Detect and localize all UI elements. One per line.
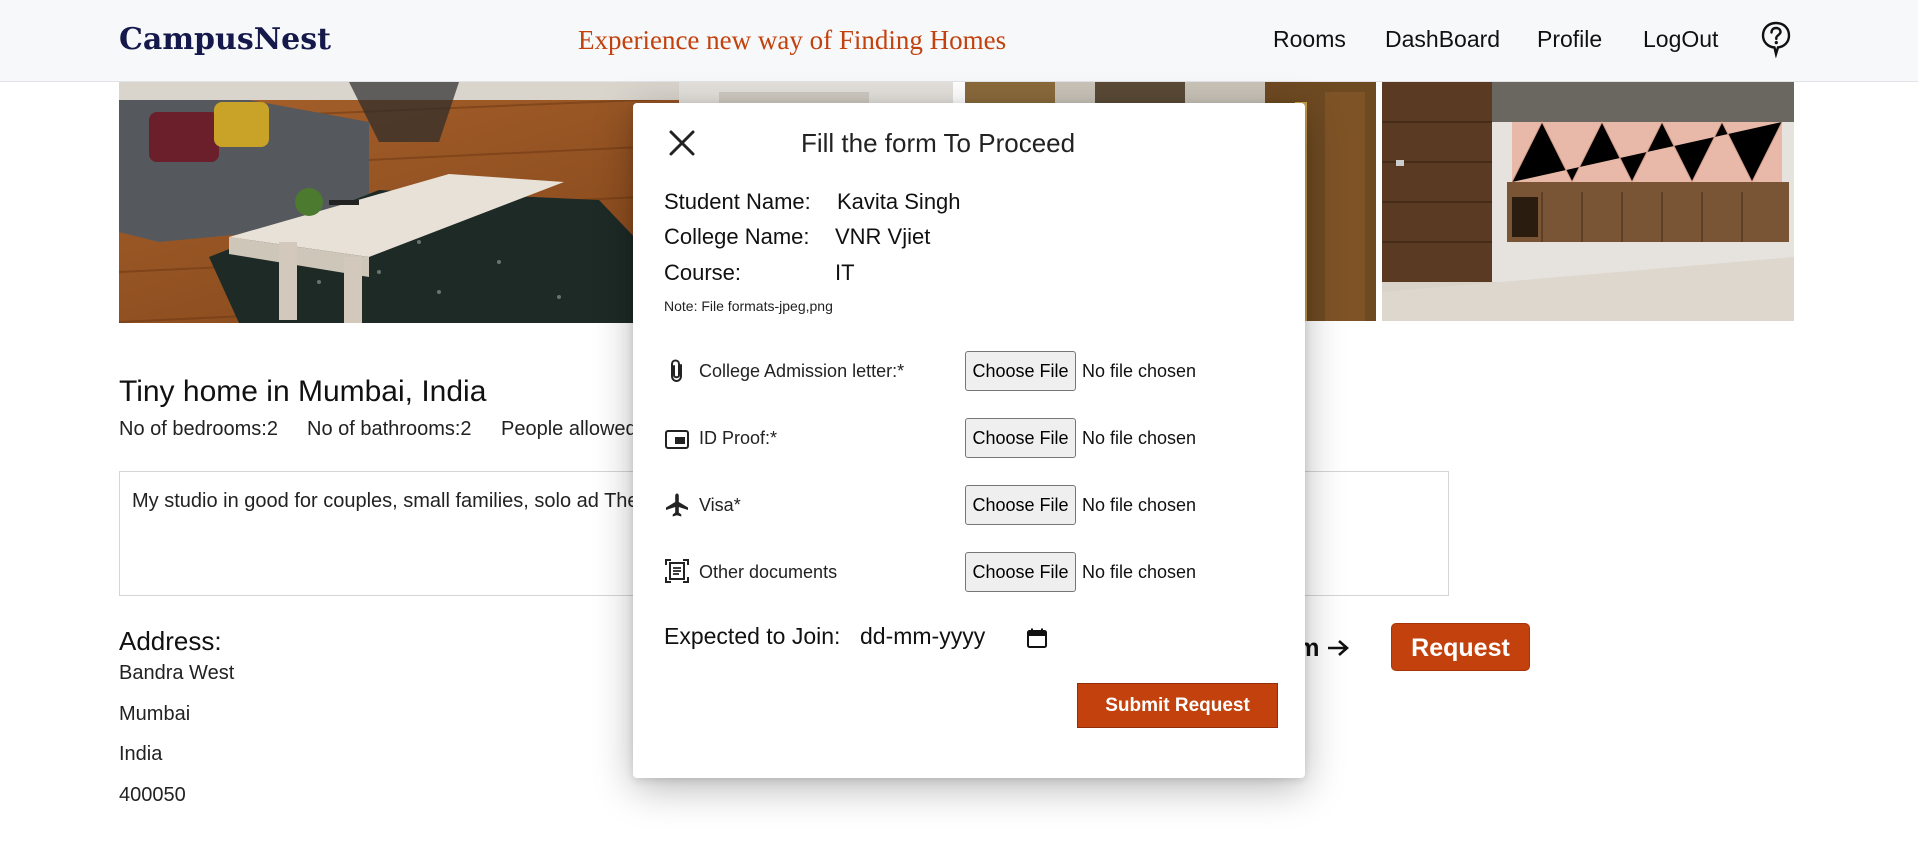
modal-title: Fill the form To Proceed <box>801 128 1076 158</box>
id-card-icon <box>665 430 689 449</box>
id-proof-label: ID Proof:* <box>699 428 778 448</box>
top-navbar: CampusNest Experience new way of Finding… <box>0 0 1918 82</box>
course-label: Course: <box>664 260 742 285</box>
admission-letter-file-status: No file chosen <box>1082 361 1197 381</box>
college-name-label: College Name: <box>664 224 810 249</box>
file-format-note: Note: File formats-jpeg,png <box>664 298 833 314</box>
other-documents-file-status: No file chosen <box>1082 562 1197 582</box>
room-photo-kitchen[interactable] <box>1382 82 1794 321</box>
student-name-label: Student Name: <box>664 189 811 214</box>
visa-choose-file-button[interactable]: Choose File <box>965 485 1076 525</box>
admission-letter-label: College Admission letter:* <box>699 361 905 381</box>
nav-profile[interactable]: Profile <box>1537 26 1602 53</box>
bathrooms-count: No of bathrooms:2 <box>307 418 472 440</box>
other-documents-label: Other documents <box>699 562 838 582</box>
tagline: Experience new way of Finding Homes <box>578 25 1007 55</box>
request-form-modal: Fill the form To Proceed Student Name: K… <box>633 103 1305 778</box>
nav-dashboard[interactable]: DashBoard <box>1385 26 1500 53</box>
nav-rooms[interactable]: Rooms <box>1273 26 1346 53</box>
course-value: IT <box>835 260 855 285</box>
site-logo[interactable]: CampusNest <box>119 22 331 57</box>
address-line-pincode: 400050 <box>119 784 186 806</box>
close-icon[interactable] <box>667 128 697 158</box>
expected-join-date-input[interactable]: dd-mm-yyyy <box>860 623 985 650</box>
airplane-icon <box>666 493 688 517</box>
address-line-city: Mumbai <box>119 703 191 725</box>
address-line-area: Bandra West <box>119 662 235 684</box>
visa-label: Visa* <box>699 495 741 515</box>
admission-letter-choose-file-button[interactable]: Choose File <box>965 351 1076 391</box>
people-allowed: People allowed <box>501 418 637 440</box>
nav-logout[interactable]: LogOut <box>1643 26 1718 53</box>
document-scan-icon <box>665 559 689 583</box>
id-proof-choose-file-button[interactable]: Choose File <box>965 418 1076 458</box>
visa-file-status: No file chosen <box>1082 495 1197 515</box>
student-name-value: Kavita Singh <box>837 189 961 214</box>
address-line-country: India <box>119 743 163 765</box>
college-name-value: VNR Vjiet <box>835 224 931 249</box>
id-proof-file-status: No file chosen <box>1082 428 1197 448</box>
submit-request-button[interactable]: Submit Request <box>1077 683 1278 728</box>
other-documents-choose-file-button[interactable]: Choose File <box>965 552 1076 592</box>
bedrooms-count: No of bedrooms:2 <box>119 418 278 440</box>
address-heading: Address: <box>119 626 222 656</box>
expected-join-label: Expected to Join: <box>664 623 841 649</box>
listing-title: Tiny home in Mumbai, India <box>119 375 487 408</box>
arrow-right-icon <box>1328 640 1350 656</box>
request-button[interactable]: Request <box>1391 623 1530 671</box>
question-circle-icon[interactable] <box>1760 20 1792 58</box>
calendar-icon[interactable] <box>1026 627 1048 649</box>
paperclip-icon <box>671 359 682 383</box>
